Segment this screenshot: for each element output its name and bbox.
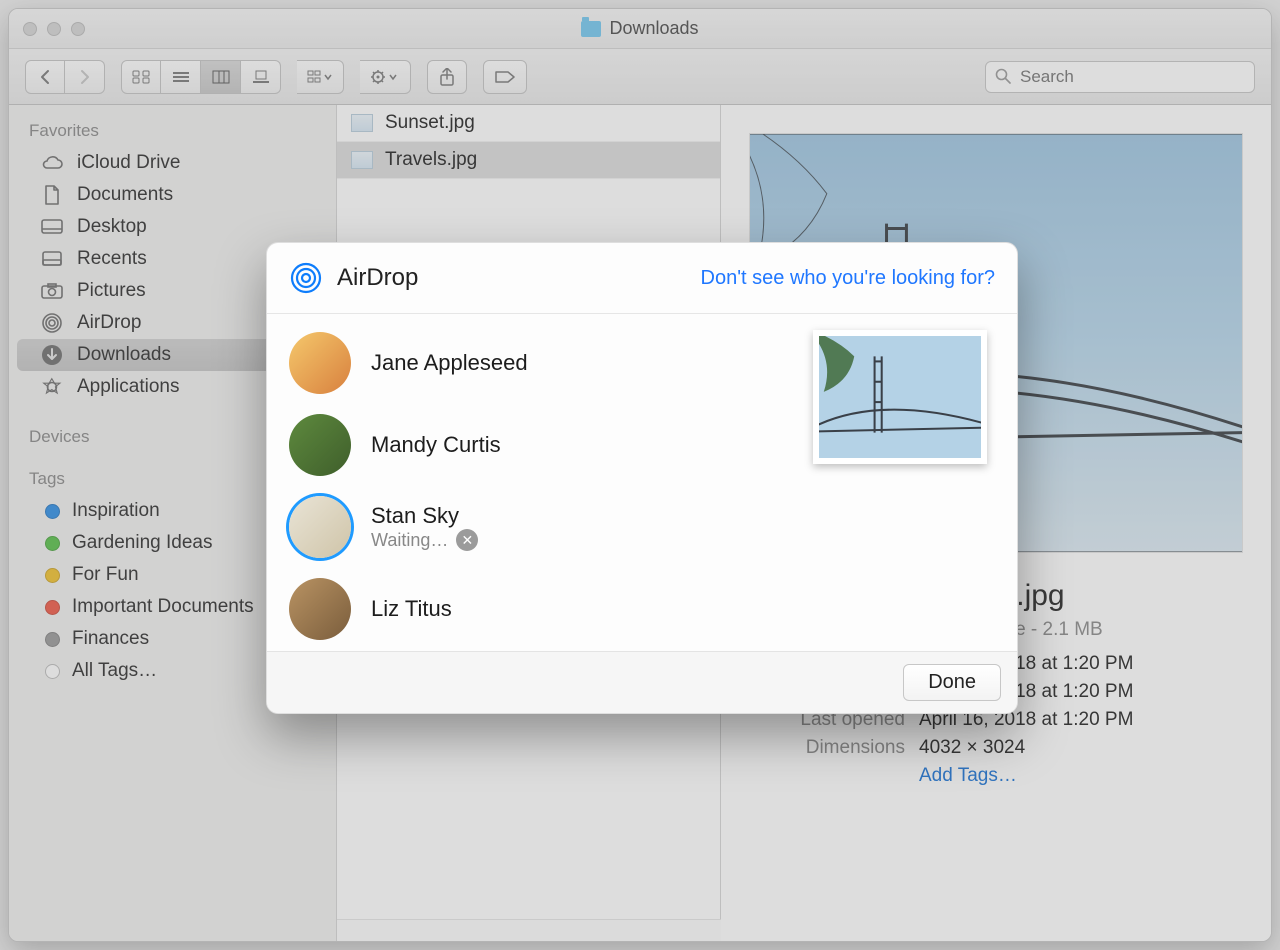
sidebar-item-icloud-drive[interactable]: iCloud Drive [17,147,328,179]
gallery-view-button[interactable] [241,60,281,94]
sidebar-item-label: Desktop [77,216,147,238]
recents-icon [39,248,65,270]
titlebar: Downloads [9,9,1271,49]
sidebar-item-desktop[interactable]: Desktop [17,211,328,243]
person-name: Stan Sky [371,503,478,529]
image-file-icon [351,151,373,169]
tag-color-dot [45,600,60,615]
window-title: Downloads [609,18,698,39]
person-name: Mandy Curtis [371,432,501,458]
file-name: Travels.jpg [385,149,477,171]
done-button[interactable]: Done [903,664,1001,701]
avatar [289,578,351,640]
airdrop-icon [289,261,323,295]
sidebar-heading-favorites: Favorites [9,115,336,147]
sidebar-tag-label: Inspiration [72,500,160,522]
list-view-button[interactable] [161,60,201,94]
sidebar-tag-label: Finances [72,628,149,650]
tag-color-dot [45,536,60,551]
airdrop-footer: Done [267,651,1017,713]
sidebar-item-label: iCloud Drive [77,152,180,174]
person-status: Waiting…✕ [371,529,478,551]
horizontal-scrollbar[interactable] [337,919,721,941]
search-icon [995,68,1011,84]
action-group [360,60,411,94]
nav-buttons [25,60,105,94]
share-icon [439,68,455,86]
person-name: Jane Appleseed [371,350,528,376]
desktop-icon [39,216,65,238]
preview-meta-key: Dimensions [749,737,919,759]
file-row[interactable]: Sunset.jpg [337,105,720,142]
sidebar-item-label: Downloads [77,344,171,366]
folder-icon [581,21,601,37]
arrange-button[interactable] [297,60,344,94]
avatar [289,496,351,558]
search-input[interactable] [985,61,1255,93]
airdrop-sheet: AirDrop Don't see who you're looking for… [266,242,1018,714]
airdrop-header: AirDrop Don't see who you're looking for… [267,243,1017,314]
applications-icon [39,376,65,398]
view-buttons [121,60,281,94]
image-file-icon [351,114,373,132]
cloud-icon [39,152,65,174]
tag-color-dot [45,568,60,583]
sidebar-item-label: AirDrop [77,312,141,334]
preview-meta-value: 4032 × 3024 [919,737,1243,759]
cancel-transfer-button[interactable]: ✕ [456,529,478,551]
pictures-icon [39,280,65,302]
document-icon [39,184,65,206]
avatar [289,332,351,394]
toolbar [9,49,1271,105]
file-name: Sunset.jpg [385,112,475,134]
sidebar-item-label: Applications [77,376,179,398]
sidebar-item-label: Recents [77,248,147,270]
sidebar-tag-label: For Fun [72,564,139,586]
share-button[interactable] [427,60,467,94]
tag-color-dot [45,504,60,519]
sidebar-item-label: Pictures [77,280,146,302]
airdrop-person[interactable]: Liz Titus [267,568,1017,650]
airdrop-person[interactable]: Stan SkyWaiting…✕ [267,486,1017,568]
person-name: Liz Titus [371,596,452,622]
tag-icon [494,70,516,84]
column-view-button[interactable] [201,60,241,94]
tags-button[interactable] [483,60,527,94]
gear-icon [370,69,400,85]
sidebar-tag-label: All Tags… [72,660,157,682]
sidebar-item-label: Documents [77,184,173,206]
file-row[interactable]: Travels.jpg [337,142,720,179]
forward-button[interactable] [65,60,105,94]
sidebar-item-documents[interactable]: Documents [17,179,328,211]
search-field[interactable] [985,61,1255,93]
airdrop-help-link[interactable]: Don't see who you're looking for? [701,267,995,290]
tag-color-dot [45,632,60,647]
avatar [289,414,351,476]
back-button[interactable] [25,60,65,94]
airdrop-icon [39,312,65,334]
airdrop-title: AirDrop [337,264,687,292]
icon-view-button[interactable] [121,60,161,94]
tag-color-dot [45,664,60,679]
sidebar-tag-label: Important Documents [72,596,254,618]
sidebar-tag-label: Gardening Ideas [72,532,213,554]
downloads-icon [39,344,65,366]
add-tags-link[interactable]: Add Tags… [749,765,1243,787]
action-button[interactable] [360,60,411,94]
arrange-group [297,60,344,94]
airdrop-item-thumbnail [813,330,987,464]
